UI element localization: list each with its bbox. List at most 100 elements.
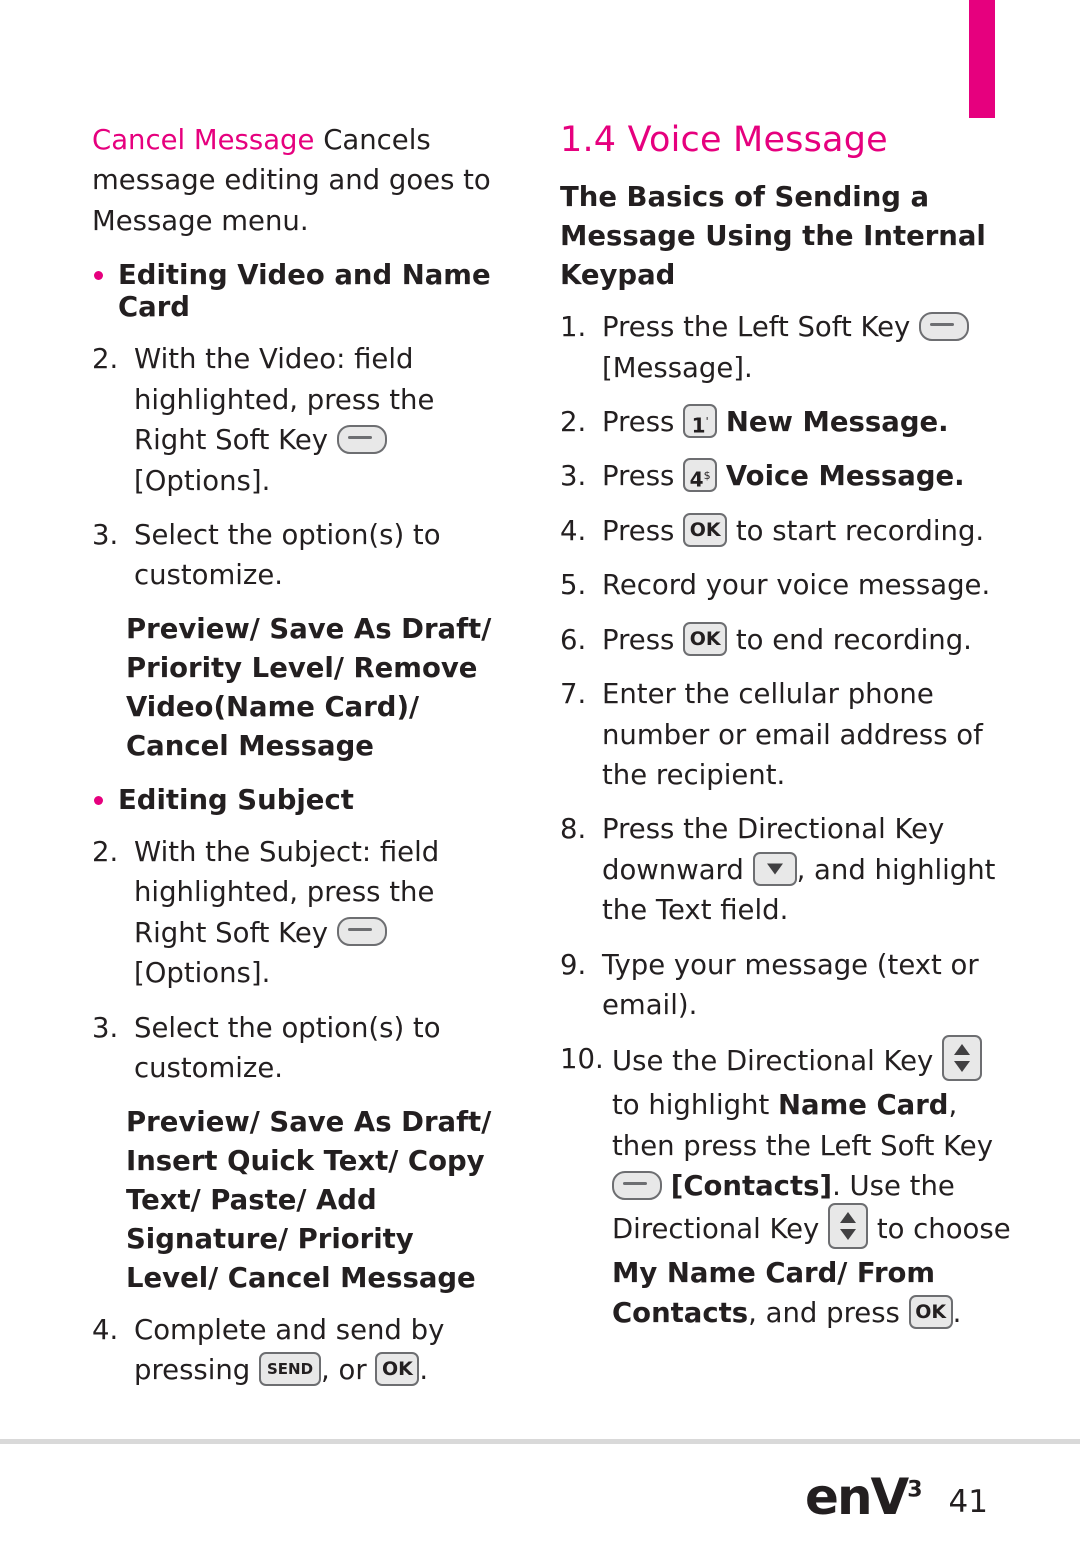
bullet-editing-video-and-name-card: Editing Video and Name Card [92, 259, 512, 323]
step-subject-4: 4. Complete and send by pressing SEND, o… [92, 1310, 512, 1391]
step-video-3: 3. Select the option(s) to customize. [92, 515, 512, 596]
step-number: 3. [92, 1011, 119, 1044]
step-text-before: Press the Left Soft Key [602, 311, 911, 344]
step-subject-3: 3. Select the option(s) to customize. [92, 1008, 512, 1089]
up-arrow-glyph [840, 1211, 857, 1223]
step-text-after: to start recording. [735, 514, 985, 547]
name-card-label: Name Card [778, 1089, 949, 1122]
step-joiner: , or [321, 1354, 367, 1387]
right-column: 1.4 Voice Message The Basics of Sending … [560, 120, 1015, 1348]
step-text-part4: to choose [876, 1212, 1011, 1245]
soft-key-icon [919, 311, 970, 341]
bullet-editing-subject: Editing Subject [92, 784, 512, 816]
step-number: 9. [560, 948, 587, 981]
subsection-title: The Basics of Sending a Message Using th… [560, 181, 986, 292]
step-2: 2. Press 1' New Message. [560, 402, 1015, 442]
footer-divider [0, 1439, 1080, 1444]
step-text-before: With the Subject: field highlighted, pre… [134, 835, 440, 949]
step-number: 1. [560, 311, 587, 344]
key-superscript: ' [705, 414, 709, 428]
ok-key-icon: OK [908, 1295, 953, 1330]
step-number: 4. [560, 514, 587, 547]
page-number: 41 [948, 1484, 988, 1520]
directional-key-icon [828, 1202, 869, 1249]
cancel-message-term: Cancel Message [92, 124, 315, 156]
step-text-before: With the Video: field highlighted, press… [134, 343, 435, 457]
step-text-after: New Message. [725, 405, 949, 438]
step-text-after: Voice Message. [725, 460, 965, 493]
logo-text: enV [805, 1468, 909, 1526]
soft-key-icon [336, 424, 387, 454]
cancel-message-paragraph: Cancel Message Cancels message editing a… [92, 120, 512, 241]
step-text: Select the option(s) to customize. [134, 1011, 441, 1085]
step-text-after: [Options]. [134, 957, 271, 990]
key-label: 1 [691, 413, 706, 438]
keypad-key-1-icon: 1' [683, 403, 718, 438]
down-arrow-glyph [766, 863, 783, 875]
send-key-icon: SEND [259, 1352, 322, 1387]
step-number: 2. [92, 343, 119, 376]
step-text-after: [Message]. [602, 351, 753, 384]
up-arrow-glyph [954, 1044, 971, 1056]
subject-options-list: Preview/ Save As Draft/ Insert Quick Tex… [126, 1105, 492, 1294]
step-text-part5: , and press [748, 1297, 900, 1330]
section-title: 1.4 Voice Message [560, 120, 888, 160]
bullet-dot-icon [94, 795, 103, 805]
step-number: 7. [560, 678, 587, 711]
ok-key-icon: OK [683, 621, 728, 656]
video-options-list: Preview/ Save As Draft/ Priority Level/ … [126, 612, 492, 762]
step-10: 10. Use the Directional Key to highlight… [560, 1035, 1015, 1333]
keypad-key-4-icon: 4$ [683, 458, 718, 493]
step-8: 8. Press the Directional Key downward , … [560, 809, 1015, 930]
env3-logo: enV3 [805, 1472, 923, 1522]
step-number: 3. [92, 518, 119, 551]
down-arrow-glyph [840, 1228, 857, 1240]
step-text-after: to end recording. [735, 623, 972, 656]
key-superscript: $ [703, 469, 711, 483]
bullet-label: Editing Subject [118, 783, 354, 816]
page-footer: enV3 41 [805, 1472, 988, 1522]
page-edge-tab [969, 0, 995, 118]
directional-key-icon [942, 1035, 983, 1082]
step-text-part2-before: to highlight [612, 1089, 770, 1122]
step-video-2: 2. With the Video: field highlighted, pr… [92, 339, 512, 501]
step-5: 5. Record your voice message. [560, 565, 1015, 605]
left-column: Cancel Message Cancels message editing a… [92, 120, 512, 1405]
down-arrow-glyph [954, 1061, 971, 1073]
step-number: 10. [560, 1043, 604, 1076]
step-4: 4. Press OK to start recording. [560, 511, 1015, 551]
step-text: Select the option(s) to customize. [134, 518, 441, 592]
bullet-label: Editing Video and Name Card [118, 259, 491, 324]
soft-key-icon [336, 917, 387, 947]
step-period: . [419, 1354, 429, 1387]
directional-down-key-icon [752, 851, 797, 886]
step-text-after: [Options]. [134, 464, 271, 497]
step-7: 7. Enter the cellular phone number or em… [560, 674, 1015, 795]
ok-key-icon: OK [683, 512, 728, 547]
logo-superscript: 3 [907, 1477, 923, 1503]
step-1: 1. Press the Left Soft Key [Message]. [560, 307, 1015, 388]
step-text: Enter the cellular phone number or email… [602, 678, 983, 791]
step-text: Type your message (text or email). [602, 948, 979, 1022]
step-period: . [952, 1297, 962, 1330]
step-subject-2: 2. With the Subject: field highlighted, … [92, 832, 512, 994]
step-text-part1: Use the Directional Key [612, 1045, 934, 1078]
step-number: 5. [560, 569, 587, 602]
step-3: 3. Press 4$ Voice Message. [560, 456, 1015, 496]
step-text-before: Press [602, 405, 675, 438]
bullet-dot-icon [94, 271, 103, 281]
soft-key-icon [612, 1170, 662, 1200]
step-number: 6. [560, 623, 587, 656]
step-number: 2. [92, 835, 119, 868]
step-number: 3. [560, 460, 587, 493]
step-number: 2. [560, 405, 587, 438]
step-text-before: Press [602, 514, 675, 547]
step-text-before: Press [602, 460, 675, 493]
step-text: Record your voice message. [602, 569, 991, 602]
ok-key-icon: OK [375, 1352, 420, 1387]
step-number: 8. [560, 813, 587, 846]
manual-page: Cancel Message Cancels message editing a… [0, 0, 1080, 1552]
step-6: 6. Press OK to end recording. [560, 620, 1015, 660]
key-label: 4 [689, 468, 704, 493]
step-text-before: Press [602, 623, 675, 656]
